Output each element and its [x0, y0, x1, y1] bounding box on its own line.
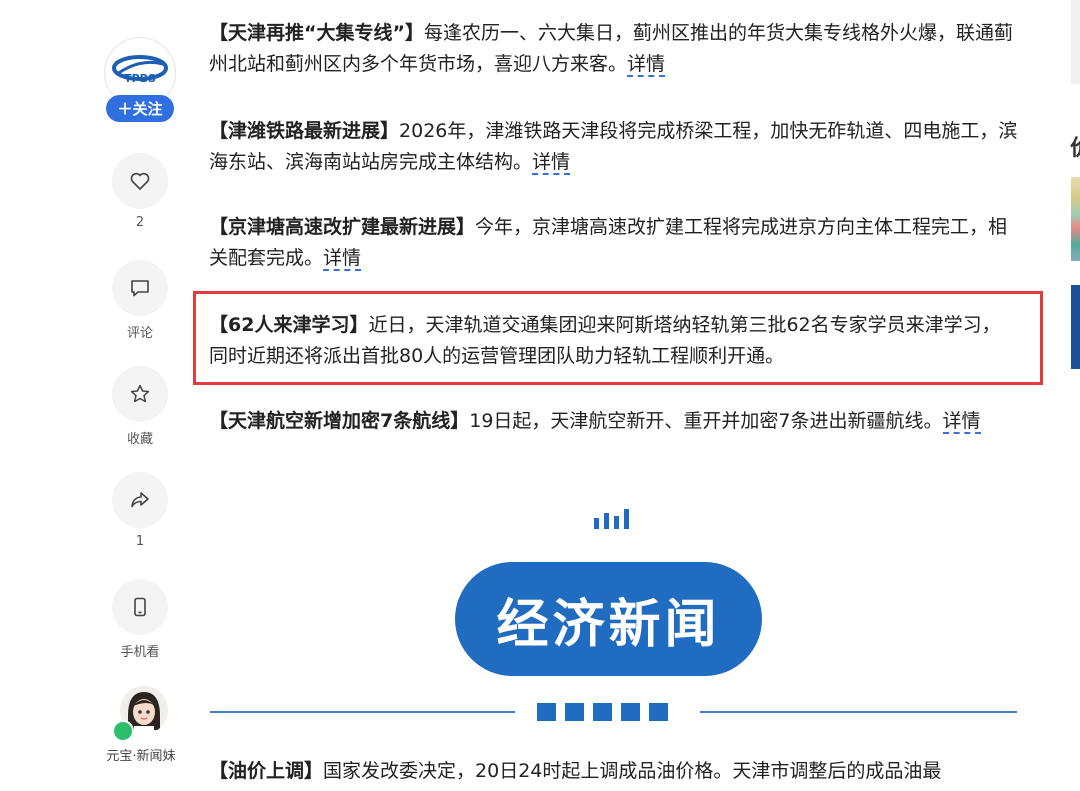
heart-icon [130, 172, 150, 190]
follow-button[interactable]: ＋关注 [106, 95, 174, 122]
bar-chart-icon [594, 509, 629, 529]
share-icon [131, 492, 149, 508]
divider-square [537, 703, 556, 721]
like-count: 2 [135, 215, 145, 230]
details-link[interactable]: 详情 [627, 53, 666, 77]
divider-square [621, 703, 640, 721]
news-item: 【天津再推“大集专线”】每逢农历一、六大集日，蓟州区推出的年货大集专线格外火爆，… [209, 18, 1019, 80]
section-divider-left [210, 711, 515, 713]
section-title: 经济新闻 [496, 594, 721, 655]
favorite-label: 收藏 [126, 432, 153, 447]
svg-text:TPBS: TPBS [124, 72, 156, 85]
news-item: 【京津塘高速改扩建最新进展】今年，京津塘高速改扩建工程将完成进京方向主体工程完工… [209, 212, 1019, 274]
news-item: 【津潍铁路最新进展】2026年，津潍铁路天津段将完成桥梁工程，加快无砟轨道、四电… [209, 116, 1019, 178]
right-sidebar-thumbnail[interactable] [1071, 177, 1080, 261]
share-button[interactable] [112, 472, 168, 528]
mobile-action: 手机看 [112, 579, 168, 660]
like-button[interactable] [112, 153, 168, 209]
right-sidebar-thumbnail[interactable] [1071, 285, 1080, 369]
mobile-label: 手机看 [120, 645, 160, 660]
news-tag: 【天津航空新增加密7条航线】 [209, 410, 470, 432]
share-action: 1 [112, 472, 168, 549]
mobile-view-button[interactable] [112, 579, 168, 635]
assistant-label[interactable]: 元宝·新闻妹 [100, 745, 182, 764]
highlight-box [193, 291, 1043, 385]
action-rail: TPBS ＋关注 2 评论 收藏 1 手机看 元宝·新闻妹 [100, 0, 182, 791]
like-action: 2 [112, 153, 168, 230]
favorite-button[interactable] [112, 366, 168, 422]
divider-square [593, 703, 612, 721]
comment-icon [131, 280, 149, 297]
details-link[interactable]: 详情 [532, 151, 571, 175]
star-icon [130, 384, 150, 403]
comment-button[interactable] [112, 260, 168, 316]
divider-square [649, 703, 668, 721]
news-tag: 【津潍铁路最新进展】 [209, 120, 400, 142]
details-link[interactable]: 详情 [942, 410, 981, 434]
news-text: 19日起，天津航空新开、重开并加密7条进出新疆航线。 [469, 410, 943, 432]
section-divider-right [700, 711, 1017, 713]
comment-action: 评论 [112, 260, 168, 341]
right-sidebar-heading: 价 [1070, 130, 1080, 162]
right-sidebar-edge [1071, 0, 1080, 84]
news-tag: 【油价上调】 [209, 760, 324, 782]
news-text: 国家发改委决定，20日24时起上调成品油价格。天津市调整后的成品油最 [323, 760, 942, 782]
details-link[interactable]: 详情 [323, 247, 362, 271]
divider-squares [537, 703, 668, 721]
news-tag: 【天津再推“大集专线”】 [209, 22, 424, 44]
phone-icon [134, 597, 146, 617]
section-title-banner: 经济新闻 [455, 562, 762, 676]
news-item: 【天津航空新增加密7条航线】19日起，天津航空新开、重开并加密7条进出新疆航线。… [209, 406, 1019, 437]
share-count: 1 [135, 534, 145, 549]
comment-label: 评论 [126, 326, 153, 341]
assistant-badge-icon [112, 720, 134, 742]
news-item: 【油价上调】国家发改委决定，20日24时起上调成品油价格。天津市调整后的成品油最 [209, 756, 1019, 787]
favorite-action: 收藏 [112, 366, 168, 447]
divider-square [565, 703, 584, 721]
news-tag: 【京津塘高速改扩建最新进展】 [209, 216, 476, 238]
